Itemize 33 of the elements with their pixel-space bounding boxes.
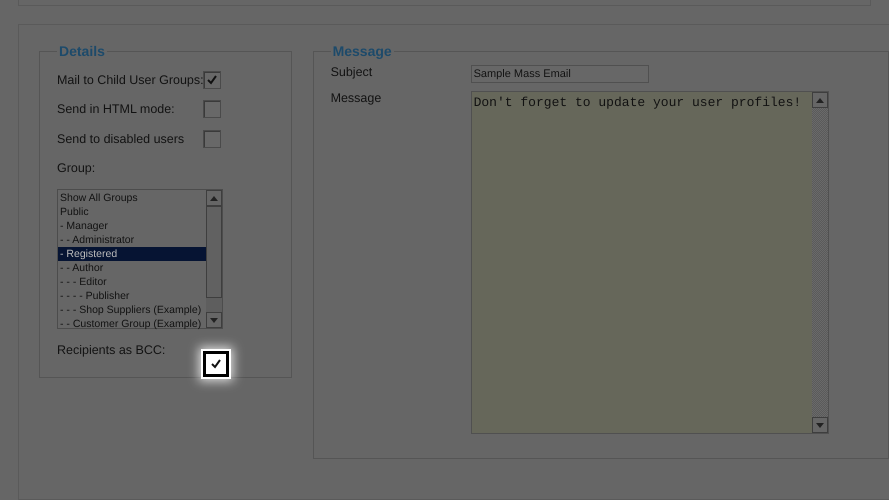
list-item[interactable]: - - - Shop Suppliers (Example): [58, 303, 206, 317]
list-item[interactable]: - - - Editor: [58, 275, 206, 289]
subject-field[interactable]: Sample Mass Email: [470, 65, 649, 83]
scroll-down-icon[interactable]: [210, 318, 218, 322]
group-label: Group:: [57, 161, 96, 176]
checkmark-icon: [211, 359, 221, 369]
scroll-up-icon[interactable]: [210, 196, 218, 200]
section-title: Details: [58, 43, 106, 59]
list-item[interactable]: Public: [58, 205, 206, 219]
list-item[interactable]: Show All Groups: [58, 191, 206, 205]
option-label: Mail to Child User Groups:: [57, 72, 203, 87]
option-label: Send in HTML mode:: [57, 102, 176, 116]
checkbox[interactable]: [203, 100, 221, 118]
list-item[interactable]: - - Author: [58, 261, 206, 275]
scroll-thumb[interactable]: [206, 206, 222, 298]
list-item[interactable]: - Manager: [58, 219, 206, 233]
option-label: Send to disabled users: [57, 132, 186, 146]
option-label: Recipients as BCC:: [57, 343, 166, 357]
field-label: Message: [330, 91, 382, 105]
list-item[interactable]: - Registered: [58, 247, 206, 261]
scroll-down-icon[interactable]: [816, 422, 824, 428]
checkbox[interactable]: [203, 351, 229, 377]
checkbox[interactable]: [203, 130, 221, 148]
checkmark-icon: [207, 74, 217, 85]
list-item[interactable]: - - Customer Group (Example): [58, 317, 206, 331]
checkbox[interactable]: [203, 70, 221, 89]
list-item[interactable]: - - Administrator: [58, 233, 206, 247]
message-field[interactable]: Don't forget to update your user profiles!: [470, 91, 829, 434]
group-listbox[interactable]: Show All Groups Public - Manager - - Administrator - Registered - - Author - - - Editor - - - - Publisher - - - Shop Suppliers (Example) - - Customer Group (Example): [57, 189, 223, 329]
list-item[interactable]: - - - - Publisher: [58, 289, 206, 303]
scroll-up-icon[interactable]: [816, 98, 824, 102]
field-label: Subject: [330, 65, 374, 79]
section-title: Message: [332, 43, 393, 59]
